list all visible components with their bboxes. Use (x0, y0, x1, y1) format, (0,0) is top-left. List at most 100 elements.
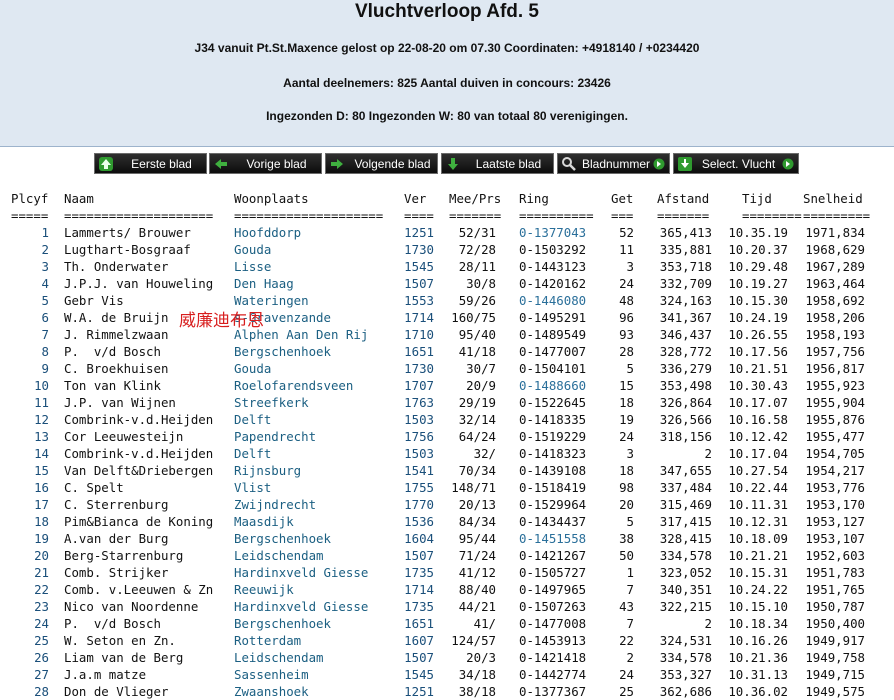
chevron-right-icon (781, 157, 795, 171)
cell-ring[interactable]: 0-1377043 (519, 224, 586, 241)
download-icon (676, 155, 694, 173)
cell-woonplaats[interactable]: Hoofddorp (234, 224, 301, 241)
cell-naam: Comb. Strijker (64, 565, 169, 580)
cell-plcyf: 10 (34, 378, 49, 393)
last-page-button[interactable]: Laatste blad (441, 153, 554, 174)
cell-naam: Combrink-v.d.Heijden (64, 446, 214, 461)
cell-woonplaats[interactable]: Delft (234, 445, 271, 462)
cell-ring[interactable]: 0-1497965 (519, 581, 586, 598)
cell-ver: 1503 (404, 446, 434, 461)
cell-afstand: 324,531 (659, 633, 712, 648)
select-flight-button[interactable]: Select. Vlucht (673, 153, 799, 174)
cell-plcyf: 21 (34, 565, 49, 580)
cell-ring[interactable]: 0-1518419 (519, 479, 586, 496)
cell-woonplaats[interactable]: Bergschenhoek (234, 343, 331, 360)
cell-woonplaats[interactable]: Gouda (234, 241, 271, 258)
cell-woonplaats[interactable]: Zwijndrecht (234, 496, 316, 513)
cell-woonplaats[interactable]: Bergschenhoek (234, 530, 331, 547)
cell-ring[interactable]: 0-1418335 (519, 411, 586, 428)
cell-get: 7 (626, 582, 634, 597)
cell-ring[interactable]: 0-1420162 (519, 275, 586, 292)
cell-ring[interactable]: 0-1451558 (519, 530, 586, 547)
cell-meeprs: 30/8 (466, 276, 496, 291)
cell-ring[interactable]: 0-1421418 (519, 649, 586, 666)
cell-ring[interactable]: 0-1418323 (519, 445, 586, 462)
underline: ========== (519, 208, 594, 223)
cell-ver: 1714 (404, 310, 434, 325)
cell-ring[interactable]: 0-1495291 (519, 309, 586, 326)
cell-woonplaats[interactable]: Gouda (234, 360, 271, 377)
cell-naam: Pim&Bianca de Koning (64, 514, 214, 529)
cell-ver: 1707 (404, 378, 434, 393)
cell-ring[interactable]: 0-1507263 (519, 598, 586, 615)
cell-ring[interactable]: 0-1439108 (519, 462, 586, 479)
cell-ring[interactable]: 0-1504101 (519, 360, 586, 377)
table-row: 8 P. v/d Bosch Bergschenhoek 1651 41/18 0-147… (0, 343, 894, 360)
cell-ring[interactable]: 0-1453913 (519, 632, 586, 649)
cell-tijd: 10.12.42 (728, 429, 788, 444)
cell-ring[interactable]: 0-1421267 (519, 547, 586, 564)
cell-woonplaats[interactable]: Maasdijk (234, 513, 294, 530)
cell-ring[interactable]: 0-1377367 (519, 683, 586, 700)
cell-woonplaats[interactable]: Reeuwijk (234, 581, 294, 598)
previous-page-button[interactable]: Vorige blad (209, 153, 322, 174)
first-page-label: Eerste blad (131, 156, 192, 171)
cell-woonplaats[interactable]: Hardinxveld Giesse (234, 598, 368, 615)
cell-ring[interactable]: 0-1477008 (519, 615, 586, 632)
cell-woonplaats[interactable]: Vlist (234, 479, 271, 496)
cell-get: 11 (619, 242, 634, 257)
cell-woonplaats[interactable]: Delft (234, 411, 271, 428)
cell-ring[interactable]: 0-1505727 (519, 564, 586, 581)
cell-ring[interactable]: 0-1442774 (519, 666, 586, 683)
cell-ring[interactable]: 0-1519229 (519, 428, 586, 445)
underline: ========= (803, 208, 871, 223)
cell-ring[interactable]: 0-1529964 (519, 496, 586, 513)
cell-snelheid: 1950,787 (805, 599, 865, 614)
cell-ring[interactable]: 0-1489549 (519, 326, 586, 343)
cell-woonplaats[interactable]: Rotterdam (234, 632, 301, 649)
cell-woonplaats[interactable]: Roelofarendsveen (234, 377, 353, 394)
page-number-button[interactable]: Bladnummer (557, 153, 670, 174)
first-page-button[interactable]: Eerste blad (94, 153, 207, 174)
cell-woonplaats[interactable]: Leidschendam (234, 649, 324, 666)
cell-tijd: 10.20.37 (728, 242, 788, 257)
cell-ver: 1507 (404, 650, 434, 665)
cell-ver: 1607 (404, 633, 434, 648)
table-row: 27 J.a.m matze Sassenheim 1545 34/18 0-144277… (0, 666, 894, 683)
cell-woonplaats[interactable]: Bergschenhoek (234, 615, 331, 632)
cell-get: 48 (619, 293, 634, 308)
cell-ver: 1710 (404, 327, 434, 342)
cell-snelheid: 1949,758 (805, 650, 865, 665)
cell-snelheid: 1967,289 (805, 259, 865, 274)
underline: ======= (657, 208, 710, 223)
cell-snelheid: 1949,715 (805, 667, 865, 682)
cell-woonplaats[interactable]: Hardinxveld Giesse (234, 564, 368, 581)
arrow-left-icon (212, 155, 230, 173)
cell-woonplaats[interactable]: Sassenheim (234, 666, 309, 683)
cell-woonplaats[interactable]: Rijnsburg (234, 462, 301, 479)
cell-woonplaats[interactable]: Papendrecht (234, 428, 316, 445)
cell-ring[interactable]: 0-1477007 (519, 343, 586, 360)
cell-meeprs: 124/57 (451, 633, 496, 648)
cell-ver: 1735 (404, 565, 434, 580)
cell-plcyf: 19 (34, 531, 49, 546)
cell-ring[interactable]: 0-1503292 (519, 241, 586, 258)
col-meeprs: Mee/Prs (449, 191, 502, 206)
cell-afstand: 365,413 (659, 225, 712, 240)
cell-woonplaats[interactable]: Zwaanshoek (234, 683, 309, 700)
cell-afstand: 335,881 (659, 242, 712, 257)
next-page-button[interactable]: Volgende blad (325, 153, 438, 174)
cell-ring[interactable]: 0-1446080 (519, 292, 586, 309)
cell-ring[interactable]: 0-1434437 (519, 513, 586, 530)
cell-woonplaats[interactable]: Lisse (234, 258, 271, 275)
cell-naam: J.a.m matze (64, 667, 147, 682)
cell-afstand: 322,215 (659, 599, 712, 614)
cell-woonplaats[interactable]: Leidschendam (234, 547, 324, 564)
cell-woonplaats[interactable]: Den Haag (234, 275, 294, 292)
cell-ring[interactable]: 0-1522645 (519, 394, 586, 411)
cell-ring[interactable]: 0-1488660 (519, 377, 586, 394)
cell-plcyf: 26 (34, 650, 49, 665)
cell-woonplaats[interactable]: Streefkerk (234, 394, 309, 411)
cell-get: 50 (619, 548, 634, 563)
cell-ring[interactable]: 0-1443123 (519, 258, 586, 275)
